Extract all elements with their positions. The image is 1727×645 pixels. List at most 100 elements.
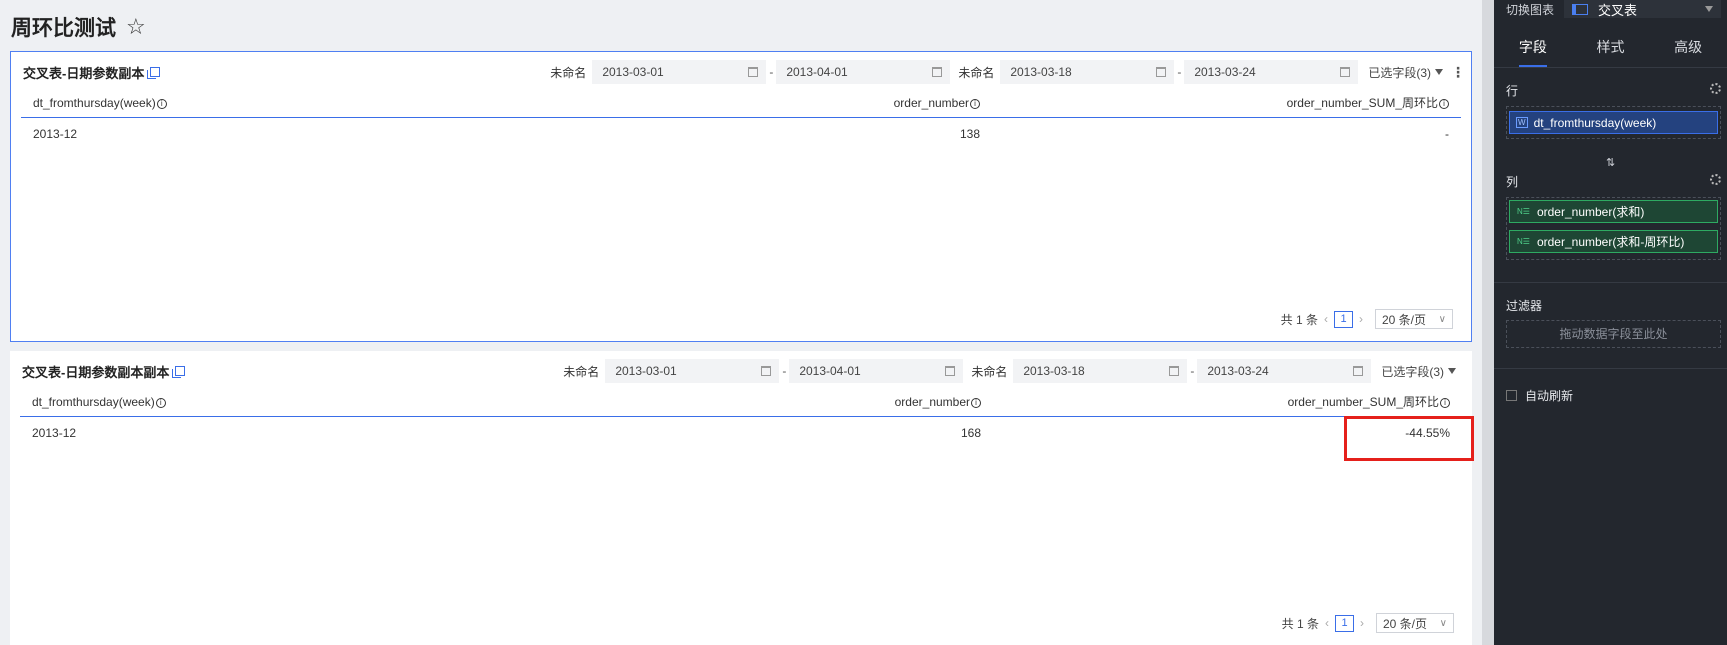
table-panel-2[interactable]: 交叉表-日期参数副本副本 未命名 2013-03-01 - 2013-04-01… — [10, 351, 1474, 645]
prev-page-icon[interactable]: ‹ — [1325, 616, 1329, 630]
prev-page-icon[interactable]: ‹ — [1324, 312, 1328, 326]
range-separator: - — [769, 65, 774, 79]
column-field-pill[interactable]: N☰ order_number(求和-周环比) — [1509, 230, 1718, 253]
filter-label: 未命名 — [971, 364, 1008, 379]
table-row: 2013-12 138 - — [21, 124, 1461, 144]
table-icon — [1572, 3, 1589, 15]
selected-fields-dropdown[interactable]: 已选字段(3) — [1368, 64, 1443, 81]
panel-splitter[interactable] — [1482, 0, 1494, 645]
rows-dropzone[interactable]: Wdt_fromthursday(week) — [1506, 106, 1721, 139]
auto-refresh-row[interactable]: 自动刷新 — [1506, 387, 1573, 404]
column-field-pill[interactable]: N☰ order_number(求和) — [1509, 200, 1718, 223]
date-end-input[interactable]: 2013-04-01 — [776, 60, 951, 84]
gear-icon[interactable] — [1710, 83, 1721, 94]
filter-dropzone[interactable]: 拖动数据字段至此处 — [1506, 320, 1721, 348]
table-cell: 2013-12 — [32, 426, 77, 440]
page-number-button[interactable]: 1 — [1334, 310, 1353, 328]
chevron-down-icon: ∨ — [1438, 313, 1446, 325]
panel-title-text: 交叉表-日期参数副本 — [23, 65, 145, 81]
date-end-input[interactable]: 2013-03-24 — [1184, 60, 1359, 84]
copy-icon[interactable] — [147, 67, 161, 79]
table-cell: 138 — [959, 127, 980, 141]
total-count: 共 1 条 — [1281, 616, 1319, 631]
info-icon[interactable]: i — [970, 99, 980, 109]
table-cell: 168 — [960, 426, 981, 440]
field-label: order_number(求和) — [1536, 205, 1645, 219]
calendar-icon — [945, 366, 956, 376]
swap-icon[interactable]: ⇅ — [1606, 156, 1615, 169]
pagination: 共 1 条 ‹ 1 › 20 条/页 ∨ — [1281, 309, 1453, 329]
column-header[interactable]: order_number_SUM_周环比 i — [1287, 90, 1449, 116]
page-size-value: 20 条/页 — [1383, 616, 1428, 631]
panel-title: 交叉表-日期参数副本副本 — [22, 361, 186, 381]
dimension-tag: W — [1516, 117, 1528, 128]
chevron-down-icon: ∨ — [1439, 617, 1447, 629]
config-tabs: 字段 样式 高级 — [1494, 28, 1727, 68]
next-page-icon[interactable]: › — [1359, 312, 1363, 326]
date-value: 2013-04-01 — [786, 65, 848, 79]
table-header: dt_fromthursday(week) i order_number i ord… — [21, 90, 1461, 118]
range-separator: - — [1177, 65, 1182, 79]
column-header-text: order_number — [893, 96, 969, 110]
tab-style[interactable]: 样式 — [1572, 28, 1650, 67]
tab-fields[interactable]: 字段 — [1494, 28, 1572, 67]
date-start-input[interactable]: 2013-03-18 — [1013, 359, 1188, 383]
highlight-annotation-box — [1344, 416, 1474, 461]
info-icon[interactable]: i — [156, 99, 167, 109]
date-value: 2013-03-18 — [1023, 364, 1085, 378]
auto-refresh-checkbox[interactable] — [1506, 390, 1517, 401]
column-header-text: dt_fromthursday(week) — [33, 96, 156, 110]
filter-bar: 未命名 2013-03-01 - 2013-04-01 未命名 2013-03-… — [542, 60, 1465, 84]
date-value: 2013-04-01 — [799, 364, 861, 378]
column-header[interactable]: order_number_SUM_周环比 i — [1288, 389, 1450, 415]
rows-section-title: 行 — [1506, 84, 1519, 98]
calendar-icon — [1156, 67, 1167, 77]
table-cell: - — [1445, 127, 1449, 141]
date-start-input[interactable]: 2013-03-01 — [605, 359, 780, 383]
column-header[interactable]: order_number i — [895, 389, 981, 415]
column-header[interactable]: dt_fromthursday(week) i — [32, 389, 166, 415]
selected-fields-dropdown[interactable]: 已选字段(3) — [1381, 363, 1456, 380]
chart-type-select[interactable]: 交叉表 — [1564, 0, 1721, 18]
column-header-text: order_number — [894, 395, 970, 409]
info-icon[interactable]: i — [155, 398, 166, 408]
page-size-value: 20 条/页 — [1382, 312, 1427, 327]
date-value: 2013-03-01 — [615, 364, 677, 378]
row-field-pill[interactable]: Wdt_fromthursday(week) — [1509, 111, 1718, 134]
date-start-input[interactable]: 2013-03-01 — [592, 60, 767, 84]
section-divider — [1494, 282, 1727, 283]
filter-label: 未命名 — [563, 364, 600, 379]
more-vertical-icon[interactable]: ⋮ — [1451, 64, 1465, 81]
page-size-select[interactable]: 20 条/页 ∨ — [1376, 613, 1454, 633]
column-header-text: dt_fromthursday(week) — [32, 395, 155, 409]
info-icon[interactable]: i — [1440, 398, 1450, 408]
date-value: 2013-03-01 — [602, 65, 664, 79]
column-header[interactable]: order_number i — [894, 90, 980, 116]
page-number-button[interactable]: 1 — [1335, 614, 1354, 632]
copy-icon[interactable] — [172, 366, 186, 378]
date-start-input[interactable]: 2013-03-18 — [1000, 60, 1175, 84]
chart-switch-row: 切换图表 交叉表 — [1506, 0, 1721, 18]
date-value: 2013-03-24 — [1207, 364, 1269, 378]
next-page-icon[interactable]: › — [1360, 616, 1364, 630]
page-title-text: 周环比测试 — [11, 17, 116, 40]
total-count: 共 1 条 — [1280, 312, 1318, 327]
star-icon[interactable]: ☆ — [126, 14, 146, 40]
date-end-input[interactable]: 2013-04-01 — [789, 359, 964, 383]
info-icon[interactable]: i — [1439, 99, 1449, 109]
caret-down-icon — [1435, 69, 1443, 75]
columns-section-title: 列 — [1506, 175, 1519, 189]
column-header[interactable]: dt_fromthursday(week) i — [33, 90, 167, 116]
panel-title-text: 交叉表-日期参数副本副本 — [22, 364, 170, 380]
calendar-icon — [1340, 67, 1351, 77]
gear-icon[interactable] — [1710, 174, 1721, 185]
page-size-select[interactable]: 20 条/页 ∨ — [1375, 309, 1453, 329]
columns-dropzone[interactable]: N☰ order_number(求和) N☰ order_number(求和-周环比… — [1506, 197, 1721, 260]
info-icon[interactable]: i — [971, 398, 981, 408]
calendar-icon — [1169, 366, 1180, 376]
table-panel-1[interactable]: 交叉表-日期参数副本 未命名 2013-03-01 - 2013-04-01 未… — [10, 51, 1472, 342]
date-end-input[interactable]: 2013-03-24 — [1197, 359, 1372, 383]
tab-advanced[interactable]: 高级 — [1649, 28, 1727, 67]
caret-down-icon — [1448, 368, 1456, 374]
date-value: 2013-03-18 — [1010, 65, 1072, 79]
